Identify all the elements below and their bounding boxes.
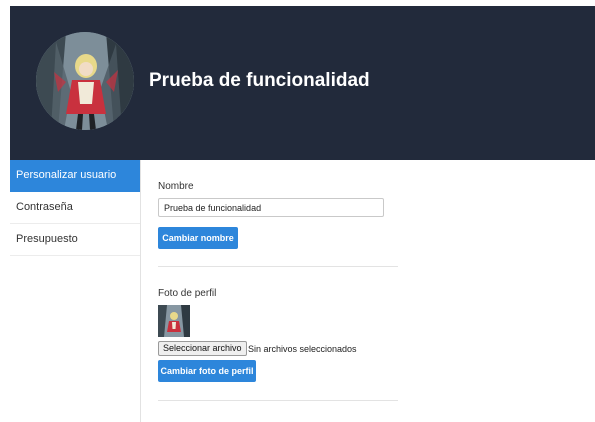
section-divider [158, 266, 398, 267]
sidebar-item-contrasena[interactable]: Contraseña [10, 192, 140, 224]
thumbnail-image [158, 305, 190, 337]
avatar [36, 32, 134, 130]
file-status-text: Sin archivos seleccionados [248, 344, 357, 354]
sidebar: Personalizar usuario Contraseña Presupue… [10, 160, 141, 422]
sidebar-item-personalizar-usuario[interactable]: Personalizar usuario [10, 160, 140, 192]
page-title: Prueba de funcionalidad [149, 70, 370, 91]
profile-header: Prueba de funcionalidad [10, 6, 595, 160]
section-divider-bottom [158, 400, 398, 401]
profile-photo-thumbnail [158, 305, 190, 337]
photo-label: Foto de perfil [158, 288, 217, 299]
choose-file-button[interactable]: Seleccionar archivo [158, 341, 247, 356]
name-label: Nombre [158, 181, 194, 192]
change-name-button[interactable]: Cambiar nombre [158, 227, 238, 249]
avatar-image [36, 32, 134, 130]
change-photo-button[interactable]: Cambiar foto de perfil [158, 360, 256, 382]
main-content: Nombre Cambiar nombre Foto de perfil Sel… [158, 160, 595, 422]
sidebar-item-presupuesto[interactable]: Presupuesto [10, 224, 140, 256]
name-input[interactable] [158, 198, 384, 217]
